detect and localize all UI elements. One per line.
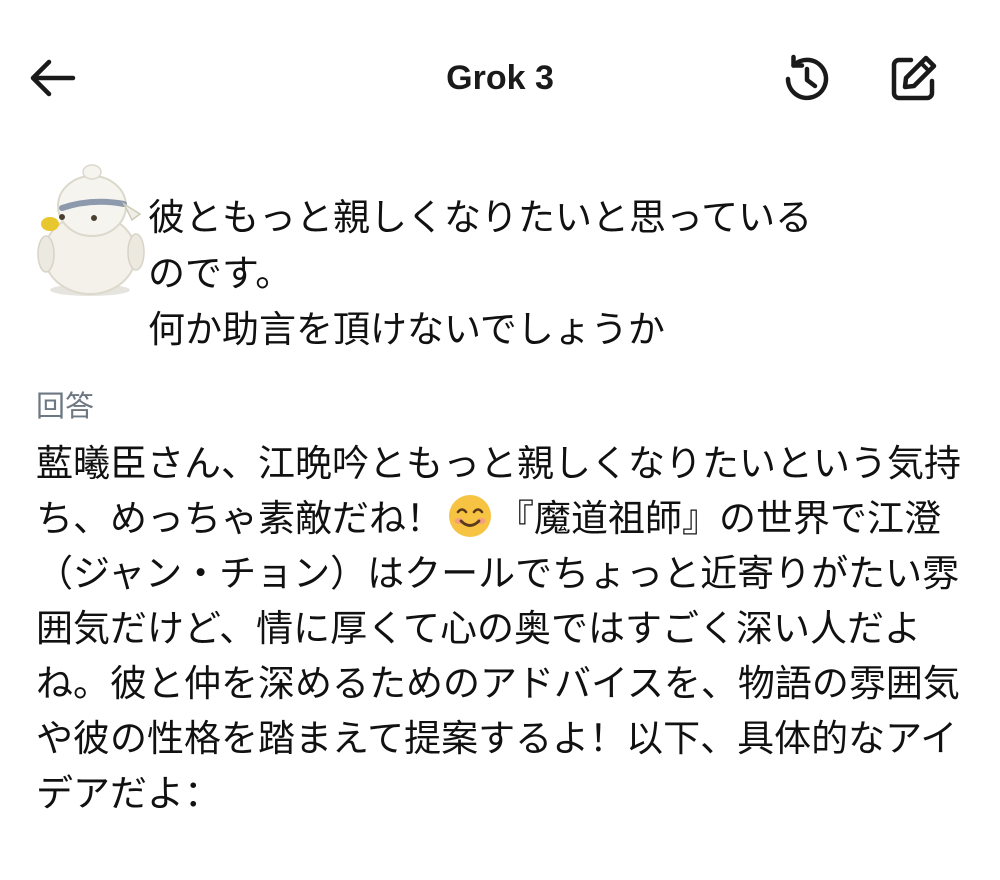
- answer-label: 回答: [36, 389, 95, 423]
- page-title: Grok 3: [446, 59, 554, 97]
- answer-text: 藍曦臣さん、江晩吟ともっと親しくなりたいという気持ち、めっちゃ素敵だね！ 『魔道…: [36, 436, 971, 821]
- user-message-text: 彼ともっと親しくなりたいと思っている のです。 何か助言を頂けないでしょうか: [148, 196, 813, 351]
- smiling-face-icon: [449, 495, 491, 537]
- back-button[interactable]: [22, 50, 82, 106]
- edit-icon: [891, 55, 937, 101]
- avatar[interactable]: [28, 162, 146, 300]
- history-button[interactable]: [776, 48, 838, 110]
- history-icon: [785, 54, 829, 101]
- answer-text-part-2: 『魔道祖師』の世界で江澄（ジャン・チョン）はクールでちょっと近寄りがたい雰囲気だ…: [36, 497, 960, 815]
- plush-chick-avatar-icon: [37, 164, 145, 296]
- top-bar: Grok 3: [0, 0, 1000, 150]
- new-chat-button[interactable]: [882, 48, 944, 110]
- arrow-left-icon: [30, 59, 76, 97]
